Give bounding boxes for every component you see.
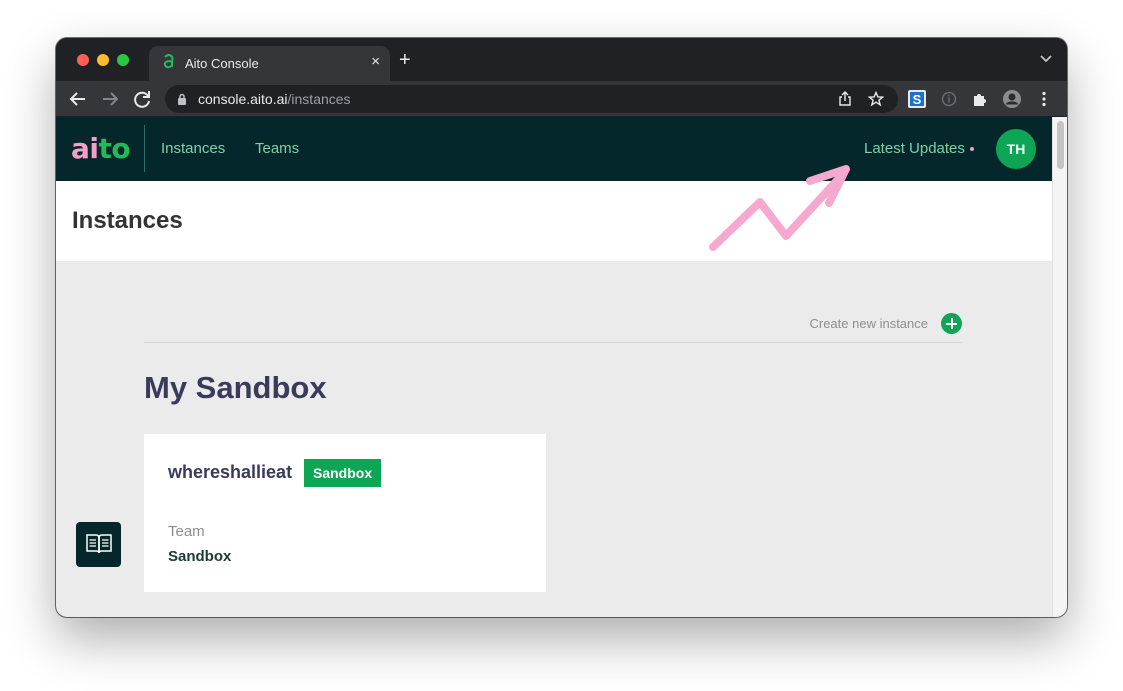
new-tab-icon[interactable]: + [399,50,411,70]
instance-card[interactable]: whereshallieat Sandbox Team Sandbox [144,434,546,592]
share-icon[interactable] [837,91,853,107]
browser-toolbar: console.aito.ai/instances S [56,81,1067,117]
create-new-instance-link[interactable]: Create new instance [809,316,928,331]
page-viewport: aito Instances Teams Latest Updates TH I… [56,117,1067,617]
create-instance-row: Create new instance [144,313,962,343]
vertical-scrollbar[interactable] [1052,117,1067,617]
puzzle-icon[interactable] [970,89,990,109]
scrollbar-thumb[interactable] [1057,121,1064,169]
instance-name[interactable]: whereshallieat [168,462,292,483]
info-icon[interactable] [939,89,959,109]
sandbox-badge: Sandbox [304,459,382,487]
lock-icon [178,93,186,105]
profile-icon[interactable] [1002,89,1022,109]
browser-tab[interactable]: Aito Console × [149,46,390,81]
forward-arrow-icon[interactable] [99,88,121,110]
reload-icon[interactable] [131,88,153,110]
user-avatar[interactable]: TH [996,129,1036,169]
nav-teams-link[interactable]: Teams [255,140,299,157]
team-name: Sandbox [168,548,232,565]
browser-window: Aito Console × + console.aito.ai/instanc… [56,38,1067,617]
notification-dot [969,147,974,152]
book-icon [86,534,112,554]
minimize-window-button[interactable] [97,54,109,66]
app-header: aito Instances Teams Latest Updates TH [56,117,1052,181]
chevron-down-icon[interactable] [1039,54,1053,64]
aito-logo[interactable]: aito [71,131,131,167]
aito-favicon-icon [163,54,174,69]
star-icon[interactable] [868,91,884,107]
tab-title: Aito Console [185,56,259,71]
page-title-bar: Instances [56,181,1052,261]
close-window-button[interactable] [77,54,89,66]
documentation-button[interactable] [76,522,121,567]
section-title: My Sandbox [144,370,327,405]
extension-s-icon[interactable]: S [907,89,927,109]
plus-icon[interactable] [941,313,962,334]
kebab-menu-icon[interactable] [1034,89,1054,109]
page-title: Instances [72,207,183,234]
back-arrow-icon[interactable] [67,88,89,110]
maximize-window-button[interactable] [117,54,129,66]
address-bar[interactable]: console.aito.ai/instances [165,85,898,113]
tab-close-icon[interactable]: × [371,54,380,70]
tab-strip: Aito Console × + [56,38,1067,81]
header-divider [144,125,145,172]
team-label: Team [168,523,205,540]
svg-text:S: S [913,92,922,107]
nav-instances-link[interactable]: Instances [161,140,225,157]
url-text: console.aito.ai/instances [198,91,351,107]
latest-updates-link[interactable]: Latest Updates [864,140,974,157]
